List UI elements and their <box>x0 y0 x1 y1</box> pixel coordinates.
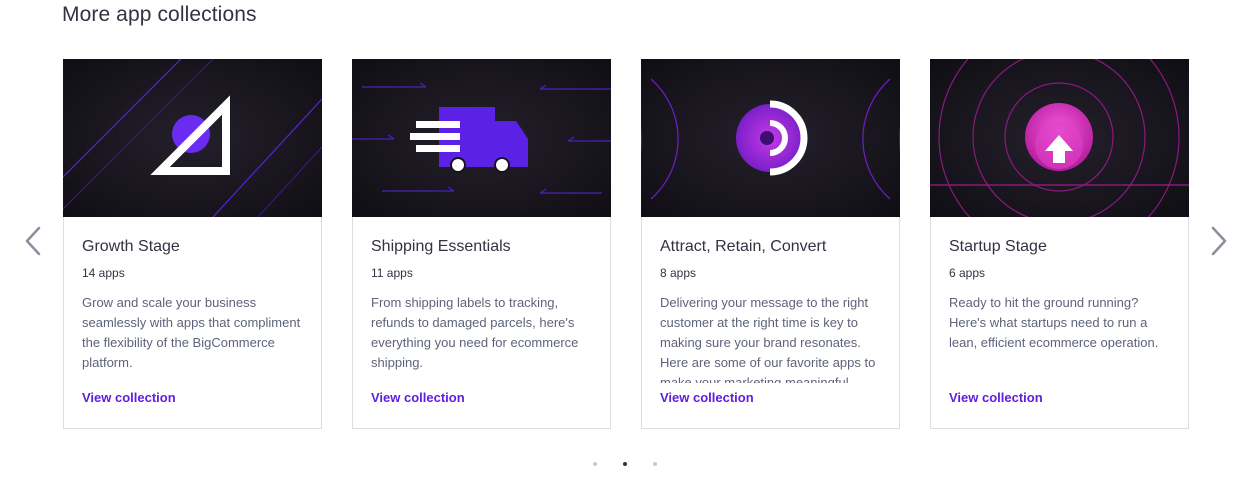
carousel-pagination <box>593 462 657 466</box>
collection-card-growth-stage[interactable]: Growth Stage 14 apps Grow and scale your… <box>63 59 322 429</box>
app-count: 14 apps <box>82 266 125 280</box>
view-collection-link[interactable]: View collection <box>82 390 176 405</box>
collection-card-shipping-essentials[interactable]: Shipping Essentials 11 apps From shippin… <box>352 59 611 429</box>
card-title: Attract, Retain, Convert <box>660 238 827 255</box>
rocket-arrow-icon <box>1025 103 1093 171</box>
view-collection-link[interactable]: View collection <box>371 390 465 405</box>
card-description: From shipping labels to tracking, refund… <box>371 295 579 370</box>
carousel-next-button[interactable] <box>1207 224 1231 258</box>
app-count: 8 apps <box>660 266 697 280</box>
card-description: Delivering your message to the right cus… <box>660 295 876 383</box>
attract-retain-convert-image <box>641 59 900 217</box>
chevron-left-icon <box>25 226 41 256</box>
collection-card-startup-stage[interactable]: Startup Stage 6 apps Ready to hit the gr… <box>930 59 1189 429</box>
chevron-right-icon <box>1211 226 1227 256</box>
card-title: Growth Stage <box>82 238 180 255</box>
section-title: More app collections <box>62 3 257 26</box>
collection-card-attract-retain-convert[interactable]: Attract, Retain, Convert 8 apps Deliveri… <box>641 59 900 429</box>
pagination-dot-1[interactable] <box>593 462 597 466</box>
view-collection-link[interactable]: View collection <box>660 390 754 405</box>
card-title: Startup Stage <box>949 238 1047 255</box>
carousel-prev-button[interactable] <box>21 224 45 258</box>
card-description: Ready to hit the ground running? Here's … <box>949 295 1159 350</box>
pagination-dot-3[interactable] <box>653 462 657 466</box>
view-collection-link[interactable]: View collection <box>949 390 1043 405</box>
pagination-dot-2[interactable] <box>623 462 627 466</box>
growth-stage-image <box>63 59 322 217</box>
card-description: Grow and scale your business seamlessly … <box>82 295 301 370</box>
shipping-essentials-image <box>352 59 611 217</box>
app-count: 6 apps <box>949 266 986 280</box>
target-rings-icon <box>736 100 808 176</box>
startup-stage-image <box>930 59 1189 217</box>
card-title: Shipping Essentials <box>371 238 511 255</box>
app-count: 11 apps <box>371 266 413 280</box>
